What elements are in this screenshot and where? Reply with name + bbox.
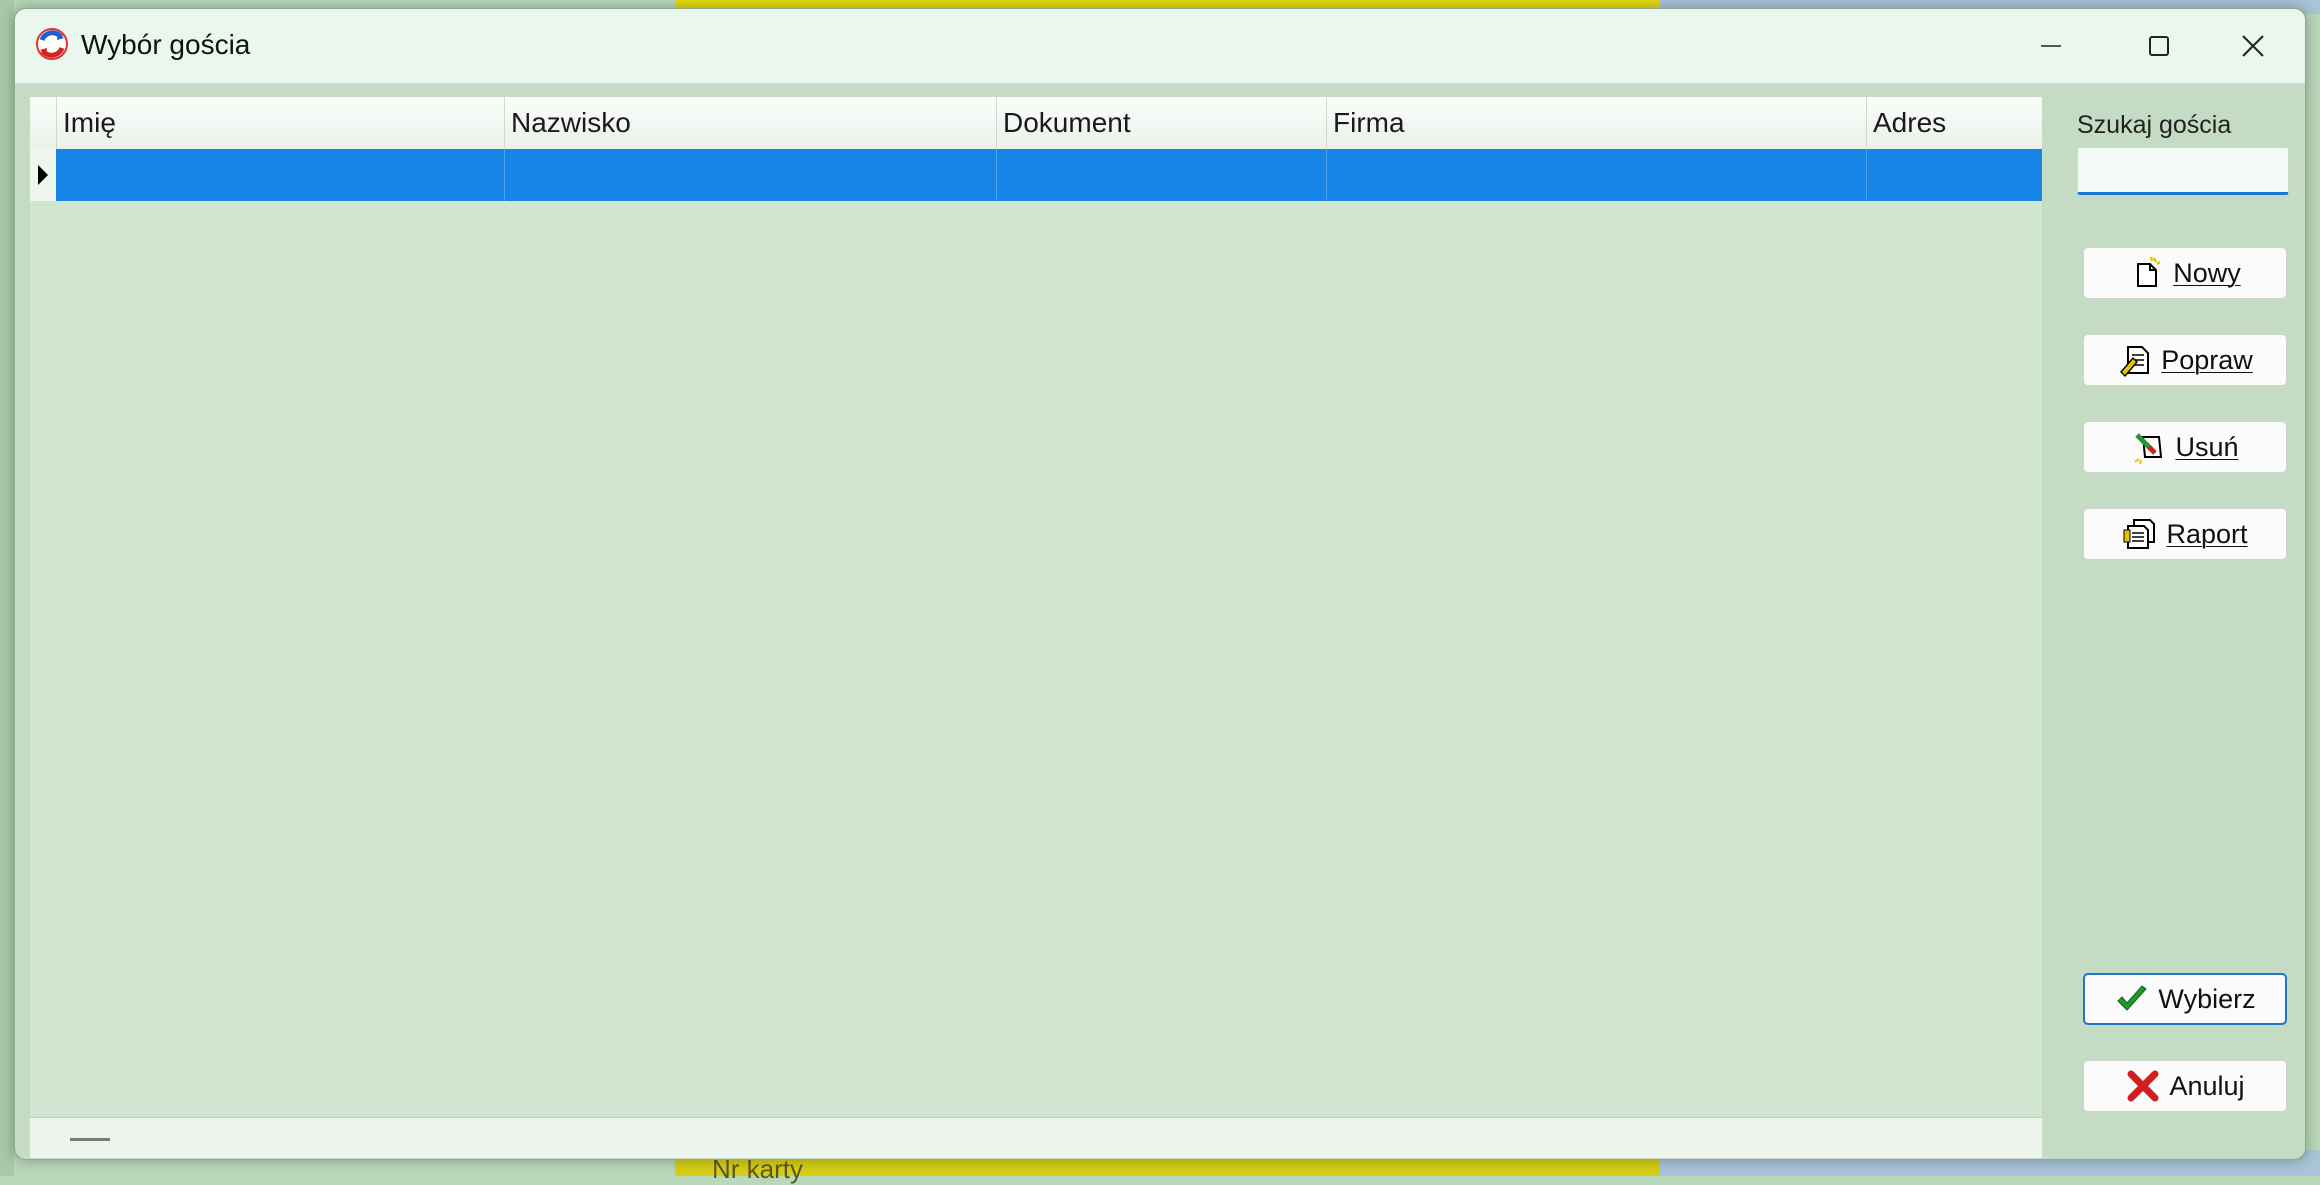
close-button[interactable] [2199, 9, 2305, 83]
app-icon [36, 28, 68, 60]
row-cell-divider [996, 149, 997, 201]
background-left-strip [0, 0, 14, 1176]
maximize-button[interactable] [2105, 9, 2213, 83]
column-header-address[interactable]: Adres [1866, 97, 2042, 149]
row-cell-divider [1326, 149, 1327, 201]
report-icon [2123, 519, 2156, 549]
report-button-label: Raport [2166, 518, 2248, 549]
delete-button[interactable]: Usuń [2083, 421, 2287, 473]
edit-document-icon [2120, 346, 2150, 378]
new-document-icon [2137, 256, 2161, 287]
maximize-icon [2149, 36, 2169, 56]
grid-footer [30, 1117, 2042, 1158]
new-button-label: Nowy [2173, 257, 2241, 288]
column-header-first-name[interactable]: Imię [56, 97, 504, 149]
row-cell-divider [504, 149, 505, 201]
column-header-last-name[interactable]: Nazwisko [504, 97, 996, 149]
row-cell-divider [1866, 149, 1867, 201]
select-button[interactable]: Wybierz [2083, 973, 2287, 1025]
table-row[interactable] [56, 149, 2042, 201]
cross-icon [2127, 1070, 2159, 1102]
title-bar[interactable]: Wybór gościa [15, 9, 2305, 83]
select-button-label: Wybierz [2158, 983, 2256, 1014]
guest-grid[interactable]: Imię Nazwisko Dokument Firma Adres [30, 97, 2042, 1158]
guest-selection-dialog: Wybór gościa Imię Nazwisko Dokument Firm… [14, 8, 2306, 1160]
window-title: Wybór gościa [81, 29, 251, 60]
new-button[interactable]: Nowy [2083, 247, 2287, 299]
search-label: Szukaj gościa [2077, 111, 2232, 139]
edit-button[interactable]: Popraw [2083, 334, 2287, 386]
edit-button-label: Popraw [2161, 344, 2253, 375]
delete-icon [2134, 433, 2163, 465]
report-button[interactable]: Raport [2083, 508, 2287, 560]
minimize-icon [2041, 45, 2061, 47]
current-row-arrow-icon [38, 165, 48, 185]
column-header-company[interactable]: Firma [1326, 97, 1866, 149]
cancel-button[interactable]: Anuluj [2083, 1060, 2287, 1112]
cancel-button-label: Anuluj [2169, 1070, 2245, 1101]
footer-dash [70, 1138, 110, 1141]
row-indicator[interactable] [30, 149, 57, 201]
delete-button-label: Usuń [2175, 431, 2239, 462]
grid-header: Imię Nazwisko Dokument Firma Adres [30, 97, 2042, 150]
checkmark-icon [2117, 985, 2148, 1011]
minimize-button[interactable] [1997, 9, 2105, 83]
search-input[interactable] [2077, 147, 2289, 195]
column-header-document[interactable]: Dokument [996, 97, 1326, 149]
close-icon [2242, 35, 2264, 57]
